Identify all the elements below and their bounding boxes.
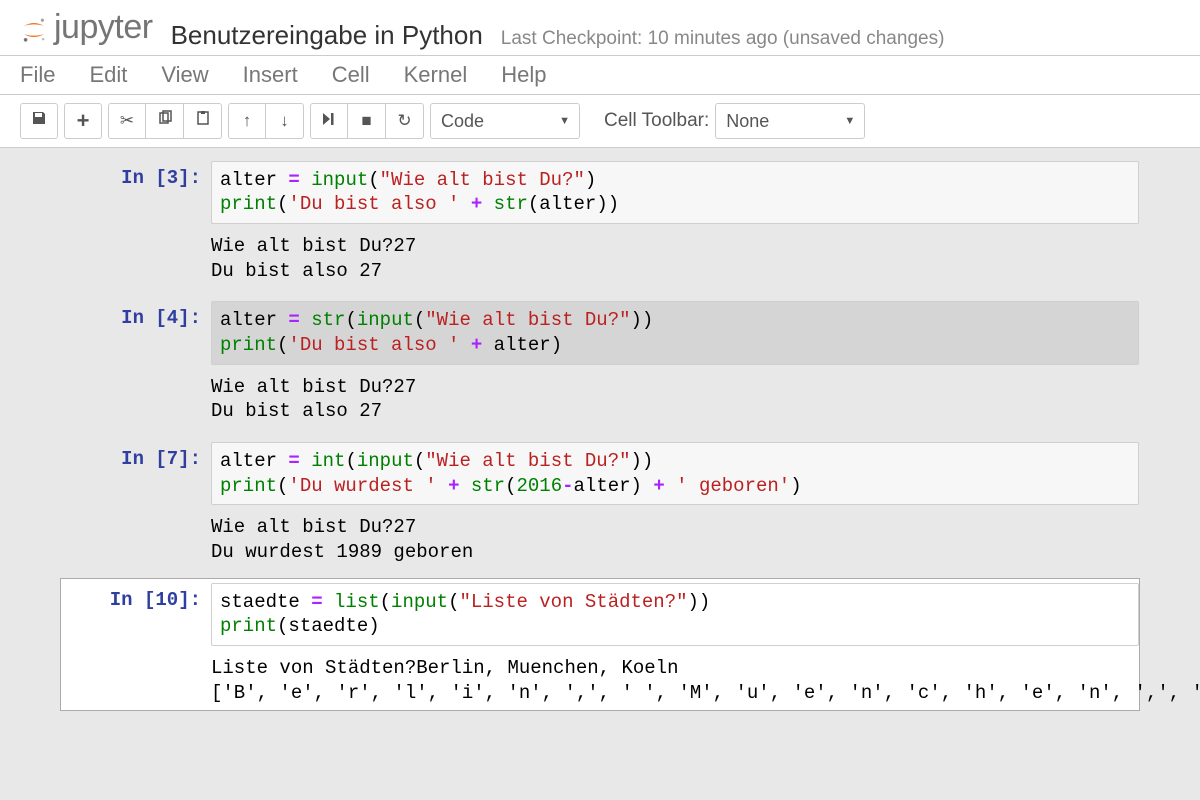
plus-icon: + bbox=[77, 108, 90, 134]
stop-icon: ■ bbox=[361, 111, 371, 131]
save-icon bbox=[31, 110, 47, 131]
cell-toolbar-select[interactable]: None bbox=[715, 103, 865, 139]
menu-file[interactable]: File bbox=[20, 62, 55, 88]
restart-button[interactable]: ↻ bbox=[386, 103, 424, 139]
input-prompt: In [7]: bbox=[61, 442, 211, 505]
checkpoint-text: Last Checkpoint: 10 minutes ago (unsaved… bbox=[501, 28, 945, 50]
menu-edit[interactable]: Edit bbox=[89, 62, 127, 88]
cell-toolbar-label: Cell Toolbar: bbox=[604, 110, 709, 132]
move-up-button[interactable]: ↑ bbox=[228, 103, 266, 139]
logo-text: jupyter bbox=[54, 8, 153, 47]
cell-output: Wie alt bist Du?27 Du bist also 27 bbox=[211, 375, 1139, 424]
notebook-area: In [3]:alter = input("Wie alt bist Du?")… bbox=[0, 148, 1200, 739]
copy-icon bbox=[157, 110, 173, 131]
notebook-title[interactable]: Benutzereingabe in Python bbox=[171, 20, 483, 51]
run-button[interactable] bbox=[310, 103, 348, 139]
jupyter-logo[interactable]: jupyter bbox=[20, 8, 153, 47]
toolbar: + ✂ ↑ ↓ ■ ↻ Code Cell Toolbar: None bbox=[0, 95, 1200, 148]
input-prompt: In [10]: bbox=[61, 583, 211, 646]
code-input[interactable]: alter = input("Wie alt bist Du?") print(… bbox=[211, 161, 1139, 224]
paste-icon bbox=[195, 110, 211, 131]
code-input[interactable]: alter = int(input("Wie alt bist Du?")) p… bbox=[211, 442, 1139, 505]
paste-button[interactable] bbox=[184, 103, 222, 139]
cut-button[interactable]: ✂ bbox=[108, 103, 146, 139]
arrow-down-icon: ↓ bbox=[280, 111, 289, 131]
cell[interactable]: In [7]:alter = int(input("Wie alt bist D… bbox=[60, 437, 1140, 570]
menu-help[interactable]: Help bbox=[501, 62, 546, 88]
code-input[interactable]: staedte = list(input("Liste von Städten?… bbox=[211, 583, 1139, 646]
add-cell-button[interactable]: + bbox=[64, 103, 102, 139]
cell-output: Wie alt bist Du?27 Du bist also 27 bbox=[211, 234, 1139, 283]
save-button[interactable] bbox=[20, 103, 58, 139]
header-bar: jupyter Benutzereingabe in Python Last C… bbox=[0, 0, 1200, 56]
jupyter-icon bbox=[20, 14, 48, 42]
edit-group: ✂ bbox=[108, 103, 222, 139]
cell[interactable]: In [3]:alter = input("Wie alt bist Du?")… bbox=[60, 156, 1140, 289]
cell[interactable]: In [4]:alter = str(input("Wie alt bist D… bbox=[60, 296, 1140, 429]
cell-output: Liste von Städten?Berlin, Muenchen, Koel… bbox=[211, 656, 1200, 705]
cell[interactable]: In [10]:staedte = list(input("Liste von … bbox=[60, 578, 1140, 711]
menubar: File Edit View Insert Cell Kernel Help bbox=[0, 56, 1200, 95]
copy-button[interactable] bbox=[146, 103, 184, 139]
arrow-up-icon: ↑ bbox=[243, 111, 252, 131]
run-icon bbox=[322, 111, 336, 131]
menu-view[interactable]: View bbox=[161, 62, 208, 88]
code-input[interactable]: alter = str(input("Wie alt bist Du?")) p… bbox=[211, 301, 1139, 364]
cell-type-select[interactable]: Code bbox=[430, 103, 580, 139]
input-prompt: In [4]: bbox=[61, 301, 211, 364]
run-group: ■ ↻ bbox=[310, 103, 424, 139]
cut-icon: ✂ bbox=[120, 111, 134, 131]
menu-cell[interactable]: Cell bbox=[332, 62, 370, 88]
restart-icon: ↻ bbox=[397, 111, 411, 131]
output-prompt bbox=[61, 515, 211, 564]
menu-insert[interactable]: Insert bbox=[243, 62, 298, 88]
output-prompt bbox=[61, 656, 211, 705]
output-prompt bbox=[61, 375, 211, 424]
input-prompt: In [3]: bbox=[61, 161, 211, 224]
stop-button[interactable]: ■ bbox=[348, 103, 386, 139]
move-group: ↑ ↓ bbox=[228, 103, 304, 139]
menu-kernel[interactable]: Kernel bbox=[404, 62, 468, 88]
move-down-button[interactable]: ↓ bbox=[266, 103, 304, 139]
output-prompt bbox=[61, 234, 211, 283]
cell-output: Wie alt bist Du?27 Du wurdest 1989 gebor… bbox=[211, 515, 1139, 564]
